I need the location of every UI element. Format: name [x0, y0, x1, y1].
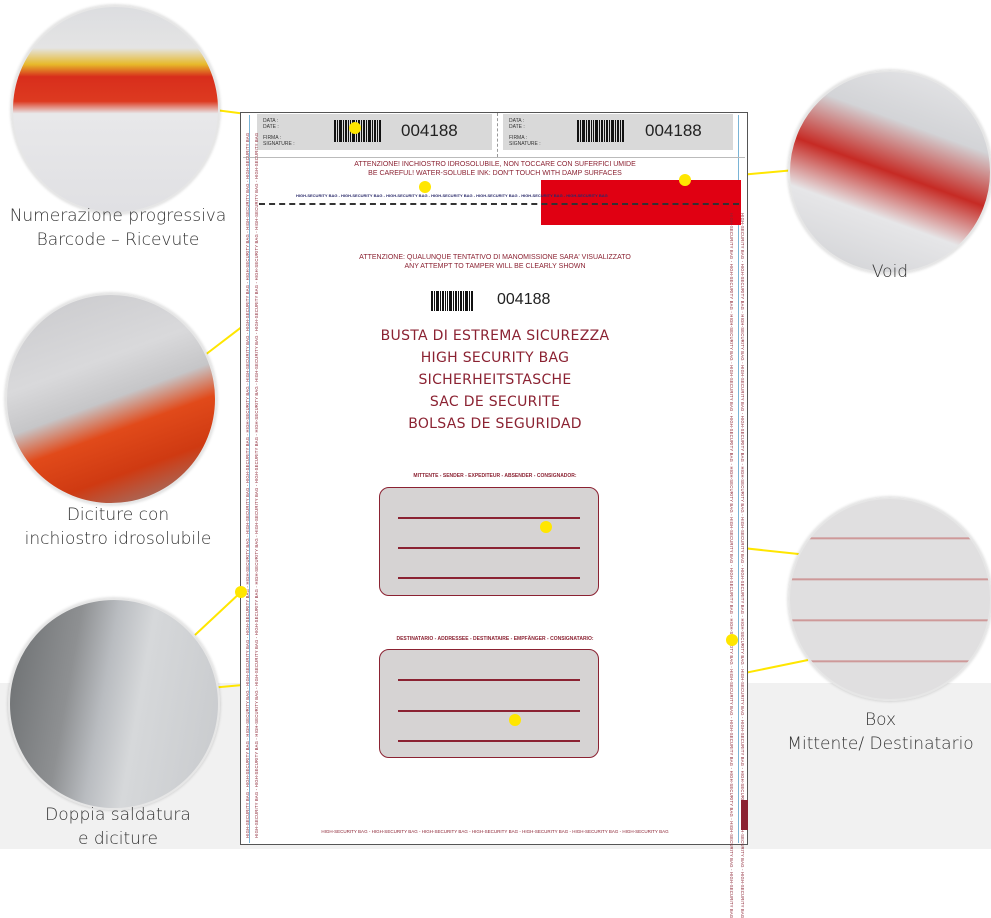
detail-saldatura-photo [8, 598, 220, 810]
detail-void-photo [788, 70, 991, 274]
warning-ink-it: ATTENZIONE! INCHIOSTRO IDROSOLUBILE, NON… [354, 161, 636, 168]
caption-numerazione: Numerazione progressiva Barcode – Ricevu… [0, 204, 236, 252]
receipt-number: 004188 [645, 121, 702, 140]
address-line [398, 710, 580, 712]
sender-box [379, 487, 599, 596]
receipt-number: 004188 [401, 121, 458, 140]
receipt-signature-label: SIGNATURE : [509, 141, 541, 147]
receipt-left: DATA : DATE : FIRMA : SIGNATURE : 004188 [257, 114, 492, 150]
leader-saldatura-1 [194, 591, 242, 636]
caption-line: Mittente/ Destinatario [787, 734, 974, 754]
caption-void: Void [790, 260, 990, 284]
main-barcode [431, 291, 474, 311]
address-line [398, 679, 580, 681]
receipt-barcode [577, 120, 625, 142]
caption-line: Void [871, 262, 909, 282]
caption-line: Box [864, 710, 897, 730]
marker-dot [235, 586, 247, 598]
marker-dot [349, 122, 361, 134]
corner-mark [741, 800, 748, 830]
title-en: HIGH SECURITY BAG [420, 350, 570, 366]
security-strip-text: HIGH-SECURITY BAG - HIGH-SECURITY BAG - … [296, 193, 608, 198]
title-fr: SAC DE SECURITE [429, 394, 561, 410]
footer-text: HIGH-SECURITY BAG - HIGH-SECURITY BAG - … [321, 829, 669, 834]
title-it: BUSTA DI ESTREMA SICUREZZA [380, 328, 610, 344]
side-text-right: HIGH-SECURITY BAG - HIGH-SECURITY BAG - … [729, 213, 734, 918]
receipt-date-label: DATE : [509, 124, 525, 130]
dashed-seal [259, 203, 739, 205]
tear-line [243, 157, 745, 158]
receipt-signature-label: SIGNATURE : [263, 141, 295, 147]
warning-ink-en: BE CAREFUL! WATER-SOLUBLE INK: DON'T TOU… [368, 170, 622, 177]
caption-line: inchiostro idrosolubile [24, 529, 212, 549]
address-line [398, 740, 580, 742]
caption-saldatura: Doppia saldatura e diciture [0, 803, 236, 851]
caption-line: Diciture con [66, 505, 170, 525]
address-line [398, 547, 580, 549]
caption-line: Barcode – Ricevute [36, 230, 200, 250]
caption-line: e diciture [78, 829, 158, 849]
marker-dot [419, 181, 431, 193]
address-line [398, 577, 580, 579]
main-number: 004188 [497, 291, 551, 308]
marker-dot [679, 174, 691, 186]
tamper-warning-it: ATTENZIONE: QUALUNQUE TENTATIVO DI MANOM… [359, 254, 631, 261]
receipt-divider [497, 113, 498, 157]
sender-label: MITTENTE - SENDER - EXPEDITEUR - ABSENDE… [413, 473, 577, 479]
detail-box-photo [788, 497, 991, 701]
title-es: BOLSAS DE SEGURIDAD [408, 416, 582, 432]
detail-numerazione-photo [11, 5, 220, 214]
caption-line: Numerazione progressiva [9, 206, 227, 226]
marker-dot [726, 634, 738, 646]
marker-dot [509, 714, 521, 726]
recipient-box [379, 649, 599, 758]
recipient-label: DESTINATARIO - ADDRESSEE - DESTINATAIRE … [396, 636, 594, 642]
receipt-right: DATA : DATE : FIRMA : SIGNATURE : 004188 [503, 114, 733, 150]
address-line [398, 517, 580, 519]
caption-diciture: Diciture con inchiostro idrosolubile [0, 503, 236, 551]
security-bag: DATA : DATE : FIRMA : SIGNATURE : 004188… [240, 112, 749, 918]
bag-titles: BUSTA DI ESTREMA SICUREZZA HIGH SECURITY… [241, 325, 749, 435]
title-de: SICHERHEITSTASCHE [418, 372, 572, 388]
receipt-date-label: DATE : [263, 124, 279, 130]
detail-diciture-photo [5, 293, 217, 505]
caption-box: Box Mittente/ Destinatario [770, 708, 991, 756]
side-text-left: HIGH-SECURITY BAG - HIGH-SECURITY BAG - … [245, 132, 250, 838]
caption-line: Doppia saldatura [45, 805, 191, 825]
side-text-left-2: HIGH-SECURITY BAG - HIGH-SECURITY BAG - … [254, 132, 259, 838]
tamper-warning-en: ANY ATTEMPT TO TAMPER WILL BE CLEARLY SH… [404, 263, 586, 270]
marker-dot [540, 521, 552, 533]
